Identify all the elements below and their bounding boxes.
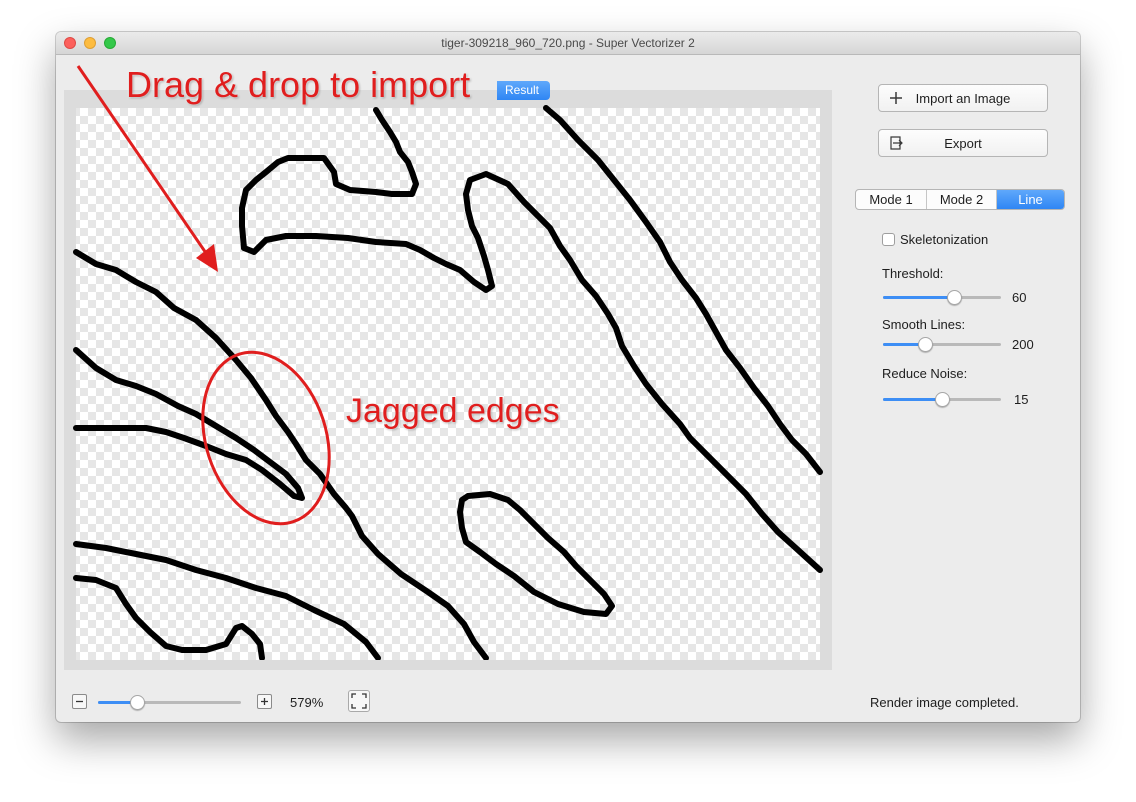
threshold-slider[interactable] [883,290,1001,305]
reduce-noise-slider-fill [883,398,942,401]
plus-icon [261,698,268,705]
fit-to-window-button[interactable] [348,690,370,712]
export-label: Export [944,136,982,151]
threshold-slider-fill [883,296,954,299]
threshold-slider-knob[interactable] [946,290,962,305]
reduce-noise-slider-knob[interactable] [935,392,950,407]
import-image-label: Import an Image [915,91,1011,106]
transparency-checkerboard [76,108,820,660]
zoom-slider[interactable] [98,695,241,710]
reduce-noise-value: 15 [1014,392,1029,407]
zoom-slider-knob[interactable] [129,695,145,710]
annotation-drag-drop: Drag & drop to import [126,64,471,105]
preview-canvas[interactable] [56,76,856,660]
status-text: Render image completed. [870,695,1019,710]
smooth-lines-value: 200 [1012,337,1034,352]
mode-2-segment[interactable]: Mode 2 [927,190,997,209]
line-mode-segment[interactable]: Line [997,190,1064,209]
mode-1-segment[interactable]: Mode 1 [856,190,927,209]
minus-icon [76,700,83,703]
result-tab[interactable]: Result [497,81,550,100]
mode-segmented-control: Mode 1 Mode 2 Line [855,189,1065,210]
threshold-label: Threshold: [882,266,944,281]
smooth-lines-label: Smooth Lines: [882,317,966,332]
zoom-out-button[interactable] [72,694,87,709]
window-title: tiger-309218_960_720.png - Super Vectori… [441,36,695,50]
zoom-value: 579% [290,695,324,710]
threshold-value: 60 [1012,290,1027,305]
title-bar[interactable]: tiger-309218_960_720.png - Super Vectori… [56,32,1080,55]
reduce-noise-slider[interactable] [883,392,1001,407]
smooth-lines-slider[interactable] [883,337,1001,352]
export-button[interactable]: Export [878,129,1048,157]
skeletonization-label: Skeletonization [900,232,989,247]
reduce-noise-label: Reduce Noise: [882,366,968,381]
result-tab-label: Result [505,83,540,97]
zoom-in-button[interactable] [257,694,272,709]
annotation-jagged-edges: Jagged edges [346,392,560,430]
skeletonization-checkbox[interactable] [882,233,895,246]
import-image-button[interactable]: Import an Image [878,84,1048,112]
fullscreen-icon [351,693,367,709]
